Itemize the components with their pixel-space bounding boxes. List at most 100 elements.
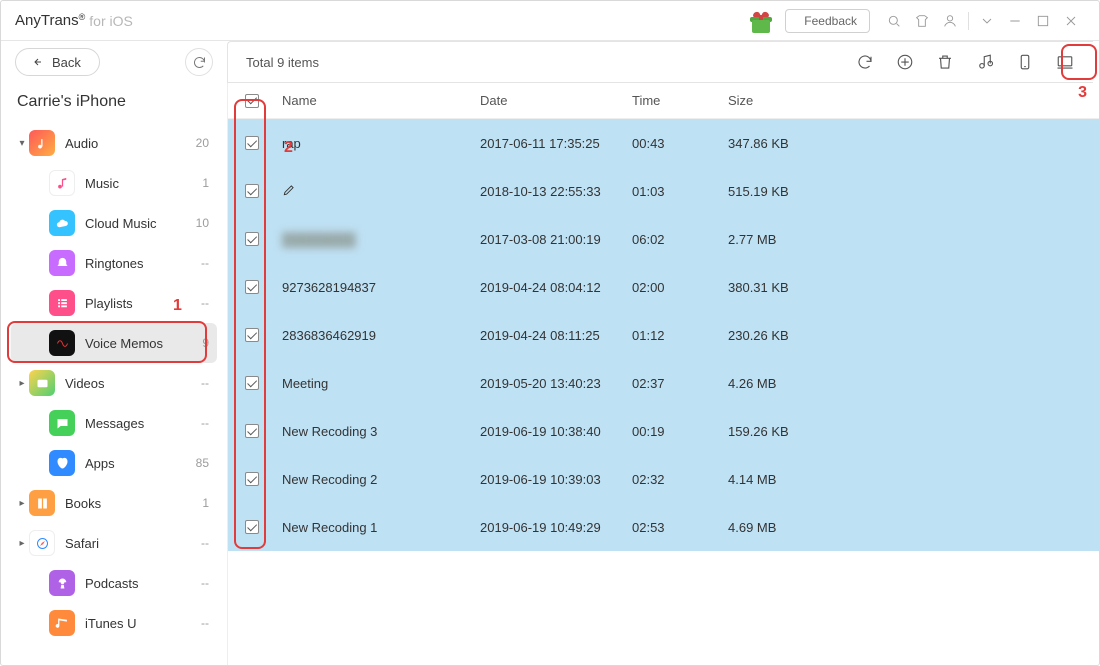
cell-date: 2019-05-20 13:40:23: [480, 376, 632, 391]
tshirt-icon[interactable]: [908, 7, 936, 35]
audio-icon: [29, 130, 55, 156]
cell-time: 06:02: [632, 232, 728, 247]
sidebar-item-count: --: [201, 376, 209, 390]
cell-size: 347.86 KB: [728, 136, 868, 151]
maximize-icon[interactable]: [1029, 7, 1057, 35]
add-button[interactable]: [895, 52, 915, 72]
cell-time: 01:03: [632, 184, 728, 199]
cell-size: 159.26 KB: [728, 424, 868, 439]
sidebar-item-label: iTunes U: [85, 616, 201, 631]
voice-icon: [49, 330, 75, 356]
table-row[interactable]: rap2017-06-11 17:35:2500:43347.86 KB: [228, 119, 1099, 167]
play-icon: [49, 290, 75, 316]
sidebar-item-messages[interactable]: Messages--: [11, 403, 217, 443]
table-row[interactable]: 28368364629192019-04-24 08:11:2501:12230…: [228, 311, 1099, 359]
table-row[interactable]: New Recoding 22019-06-19 10:39:0302:324.…: [228, 455, 1099, 503]
table-row[interactable]: Meeting2019-05-20 13:40:2302:374.26 MB: [228, 359, 1099, 407]
sidebar-item-count: --: [201, 296, 209, 310]
row-checkbox[interactable]: [245, 232, 259, 246]
to-itunes-button[interactable]: [975, 52, 995, 72]
close-icon[interactable]: [1057, 7, 1085, 35]
sidebar-item-count: 10: [196, 216, 209, 230]
sidebar-item-cloud-music[interactable]: Cloud Music10: [11, 203, 217, 243]
user-icon[interactable]: [936, 7, 964, 35]
sidebar-item-count: 20: [196, 136, 209, 150]
annotation-2: 2: [284, 139, 293, 157]
cell-time: 00:43: [632, 136, 728, 151]
to-device-button[interactable]: [1015, 52, 1035, 72]
cell-time: 02:53: [632, 520, 728, 535]
sidebar-item-videos[interactable]: ▸Videos--: [11, 363, 217, 403]
cell-date: 2019-06-19 10:39:03: [480, 472, 632, 487]
row-checkbox[interactable]: [245, 376, 259, 390]
col-size[interactable]: Size: [728, 93, 868, 108]
sidebar-item-ringtones[interactable]: Ringtones--: [11, 243, 217, 283]
sidebar-item-safari[interactable]: ▸Safari--: [11, 523, 217, 563]
refresh-sidebar-button[interactable]: [185, 48, 213, 76]
sidebar-item-itunes-u[interactable]: iTunes U--: [11, 603, 217, 643]
sidebar-item-playlists[interactable]: Playlists--: [11, 283, 217, 323]
delete-button[interactable]: [935, 52, 955, 72]
sidebar-item-label: Voice Memos: [85, 336, 202, 351]
cloud-icon: [49, 210, 75, 236]
cell-time: 00:19: [632, 424, 728, 439]
row-checkbox[interactable]: [245, 136, 259, 150]
table-row[interactable]: 2018-10-13 22:55:3301:03515.19 KB: [228, 167, 1099, 215]
back-button[interactable]: Back: [15, 48, 100, 76]
search-icon[interactable]: [880, 7, 908, 35]
table-body: rap2017-06-11 17:35:2500:43347.86 KB2018…: [228, 119, 1099, 665]
annotation-1: 1: [173, 297, 182, 315]
sidebar-item-audio[interactable]: ▾Audio20: [11, 123, 217, 163]
table-header: Name Date Time Size: [228, 83, 1099, 119]
cell-date: 2019-04-24 08:04:12: [480, 280, 632, 295]
col-name[interactable]: Name: [276, 93, 480, 108]
row-checkbox[interactable]: [245, 280, 259, 294]
row-checkbox[interactable]: [245, 472, 259, 486]
row-checkbox[interactable]: [245, 520, 259, 534]
sidebar-item-label: Cloud Music: [85, 216, 196, 231]
cell-size: 4.69 MB: [728, 520, 868, 535]
col-time[interactable]: Time: [632, 93, 728, 108]
sidebar-item-count: --: [201, 256, 209, 270]
sidebar-item-count: 85: [196, 456, 209, 470]
caret-icon: ▸: [15, 498, 29, 509]
cell-name: 2836836462919: [282, 328, 376, 343]
sidebar-item-count: --: [201, 576, 209, 590]
row-checkbox[interactable]: [245, 328, 259, 342]
pencil-icon: [282, 183, 296, 197]
chevron-down-icon[interactable]: [973, 7, 1001, 35]
col-date[interactable]: Date: [480, 93, 632, 108]
sidebar-item-voice-memos[interactable]: Voice Memos9: [11, 323, 217, 363]
cell-name: New Recoding 3: [282, 424, 377, 439]
cell-time: 02:00: [632, 280, 728, 295]
content-area: Name Date Time Size rap2017-06-11 17:35:…: [227, 83, 1099, 665]
row-checkbox[interactable]: [245, 424, 259, 438]
gift-icon[interactable]: [749, 9, 773, 33]
sidebar-item-count: 1: [202, 496, 209, 510]
minimize-icon[interactable]: [1001, 7, 1029, 35]
table-row[interactable]: New Recoding 32019-06-19 10:38:4000:1915…: [228, 407, 1099, 455]
sidebar-item-count: --: [201, 616, 209, 630]
sidebar-item-books[interactable]: ▸Books1: [11, 483, 217, 523]
sidebar-item-music[interactable]: Music1: [11, 163, 217, 203]
table-row[interactable]: ████████2017-03-08 21:00:1906:022.77 MB: [228, 215, 1099, 263]
sidebar-item-label: Ringtones: [85, 256, 201, 271]
cell-name: 9273628194837: [282, 280, 376, 295]
cell-name: New Recoding 2: [282, 472, 377, 487]
refresh-button[interactable]: [855, 52, 875, 72]
table-row[interactable]: New Recoding 12019-06-19 10:49:2902:534.…: [228, 503, 1099, 551]
sidebar-item-apps[interactable]: Apps85: [11, 443, 217, 483]
sidebar-item-count: --: [201, 536, 209, 550]
cell-size: 4.26 MB: [728, 376, 868, 391]
arrow-left-icon: [30, 56, 44, 68]
feedback-button[interactable]: Feedback: [785, 9, 870, 33]
select-all-checkbox[interactable]: [245, 94, 259, 108]
msg-icon: [49, 410, 75, 436]
sidebar-item-podcasts[interactable]: Podcasts--: [11, 563, 217, 603]
caret-icon: ▸: [15, 378, 29, 389]
row-checkbox[interactable]: [245, 184, 259, 198]
table-row[interactable]: 92736281948372019-04-24 08:04:1202:00380…: [228, 263, 1099, 311]
to-computer-button[interactable]: [1055, 52, 1075, 72]
cell-time: 02:32: [632, 472, 728, 487]
cell-name: New Recoding 1: [282, 520, 377, 535]
